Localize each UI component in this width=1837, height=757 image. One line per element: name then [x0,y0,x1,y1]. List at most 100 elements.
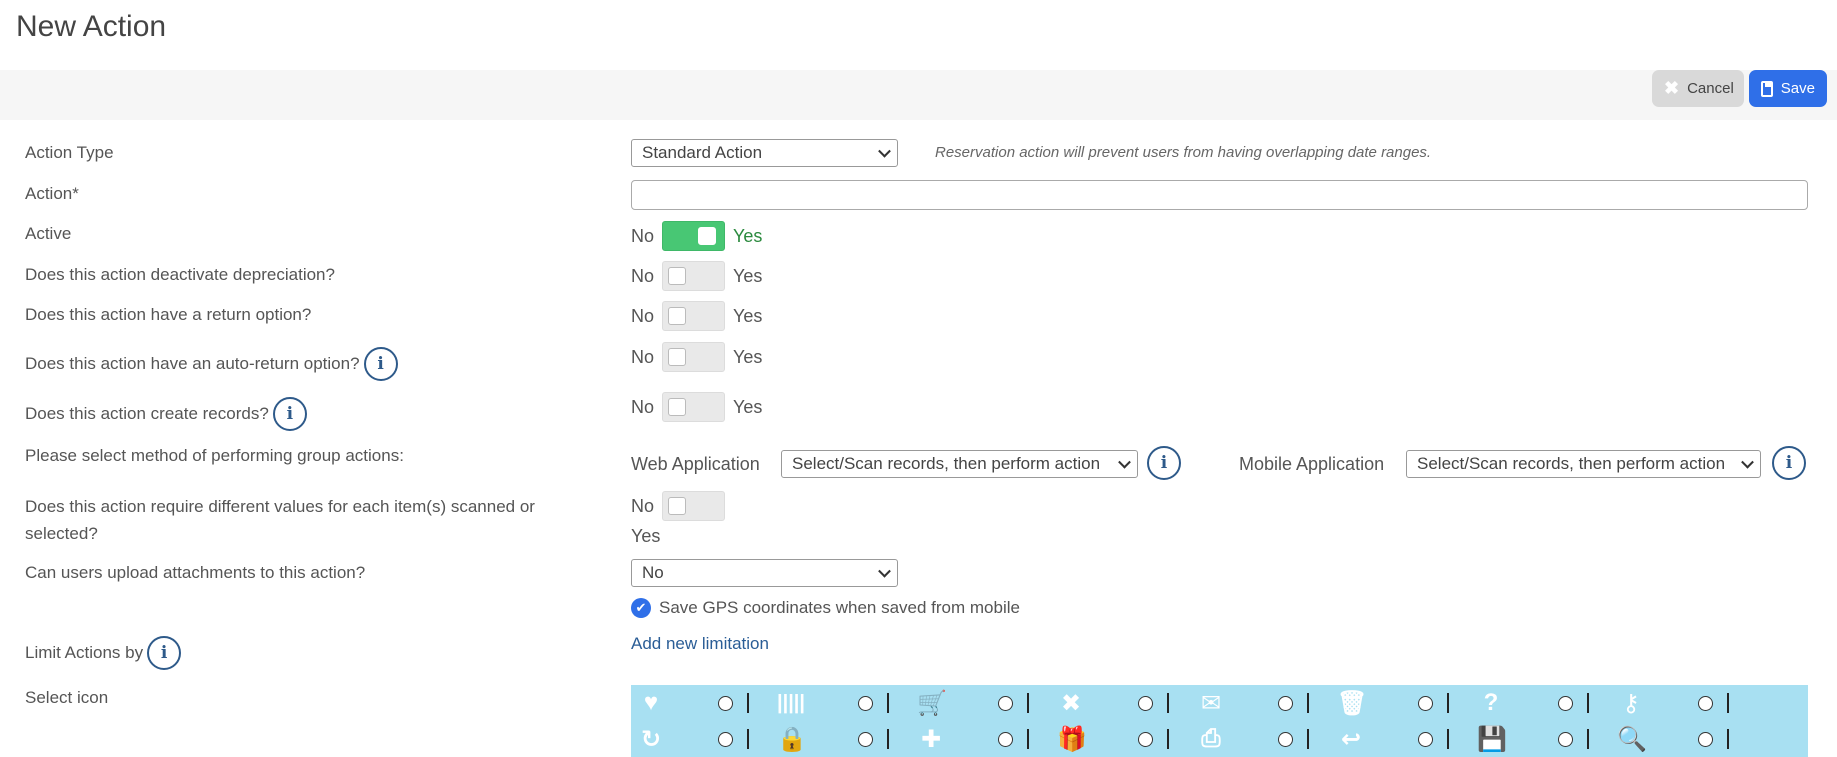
gps-label: Save GPS coordinates when saved from mob… [659,598,1020,617]
separator [1447,693,1449,713]
deactivate-depreciation-row: No Yes [631,261,762,291]
icon-radio[interactable] [858,731,873,747]
cancel-button[interactable]: ✖ Cancel [1652,70,1744,107]
printer-icon: ⎙ [1201,725,1221,752]
active-label: Active [25,224,72,243]
icon-option[interactable]: ✖ [1051,685,1191,721]
icon-option[interactable]: 🛒 [911,685,1051,721]
action-type-label: Action Type [25,143,114,162]
different-values-row: No [631,491,726,521]
web-application-label: Web Application [631,454,760,474]
gps-checkbox-row[interactable]: ✔ Save GPS coordinates when saved from m… [631,598,1020,618]
separator [1167,729,1169,749]
icon-radio[interactable] [1138,731,1153,747]
toggle-no-label: No [631,305,655,326]
icon-option[interactable]: ⚷ [1611,685,1751,721]
icon-option[interactable]: ↩ [1331,721,1471,757]
action-input[interactable] [631,180,1808,210]
icon-radio[interactable] [1558,695,1573,711]
icon-option[interactable]: 🔍 [1611,721,1751,757]
icon-option[interactable]: ✉ [1191,685,1331,721]
separator [1027,693,1029,713]
toggle-knob [668,398,687,416]
save-button[interactable]: Save [1749,70,1827,107]
toggle-knob [668,267,687,285]
auto-return-toggle[interactable] [662,342,726,372]
info-icon[interactable]: i [363,347,398,381]
refresh-icon: ↻ [640,725,662,753]
separator [1027,729,1029,749]
icon-radio[interactable] [1278,695,1293,711]
different-values-toggle[interactable] [662,491,726,521]
cancel-label: Cancel [1687,80,1734,97]
key-icon: ⚷ [1622,689,1640,717]
icon-radio[interactable] [1698,731,1713,747]
separator [1307,729,1309,749]
chevron-down-icon [878,144,891,158]
close-icon: ✖ [1664,78,1680,98]
action-type-select[interactable]: Standard Action [631,139,898,167]
toggle-no-label: No [631,396,655,417]
search-icon: 🔍 [1617,725,1647,753]
return-icon: ↩ [1340,725,1362,753]
auto-return-row: No Yes [631,342,762,372]
active-toggle[interactable] [662,221,726,251]
info-icon[interactable]: i [272,397,307,431]
toggle-yes-label: Yes [733,225,763,246]
icon-radio[interactable] [1698,695,1713,711]
icon-radio[interactable] [718,695,733,711]
trash-icon: 🗑 [1337,689,1368,717]
info-icon[interactable]: i [1772,446,1806,480]
icon-option[interactable]: 🔒 [771,721,911,757]
info-icon[interactable]: i [147,636,182,670]
return-option-label: Does this action have a return option? [25,305,312,324]
icon-radio[interactable] [1138,695,1153,711]
icon-option[interactable]: ♥ [631,685,771,721]
separator [1167,693,1169,713]
limit-actions-label-row: Limit Actions by i [25,636,182,670]
create-records-label: Does this action create records? [25,404,269,423]
toggle-yes-label: Yes [733,265,763,286]
add-limitation-link[interactable]: Add new limitation [631,634,769,654]
separator [747,693,749,713]
web-application-select[interactable]: Select/Scan records, then perform action [781,450,1138,478]
toolbar [0,70,1837,120]
floppy-disk-icon [1761,80,1773,97]
toggle-yes-label: Yes [733,346,763,367]
icon-radio[interactable] [998,695,1013,711]
icon-option[interactable]: 💾 [1471,721,1611,757]
icon-option[interactable]: ? [1471,685,1611,721]
create-records-row: No Yes [631,392,762,422]
checkmark-icon[interactable]: ✔ [631,598,651,618]
toggle-knob [668,307,687,325]
icon-radio[interactable] [1418,695,1433,711]
icon-option[interactable]: 🗑 [1331,685,1471,721]
icon-radio[interactable] [1278,731,1293,747]
icon-radio[interactable] [998,731,1013,747]
info-icon[interactable]: i [1147,446,1181,480]
icon-option[interactable]: ↻ [631,721,771,757]
icon-radio[interactable] [1418,731,1433,747]
action-type-hint: Reservation action will prevent users fr… [935,144,1432,161]
auto-return-label: Does this action have an auto-return opt… [25,354,360,373]
icon-radio[interactable] [718,731,733,747]
attachments-select[interactable]: No [631,559,898,587]
return-option-toggle[interactable] [662,301,726,331]
create-records-toggle[interactable] [662,392,726,422]
separator [887,729,889,749]
limit-actions-label: Limit Actions by [25,643,144,662]
barcode-icon: ||||| [777,691,805,714]
mobile-application-select[interactable]: Select/Scan records, then perform action [1406,450,1761,478]
close-x-icon: ✖ [1060,689,1082,717]
icon-radio[interactable] [1558,731,1573,747]
attachments-value: No [642,563,664,582]
icon-option[interactable]: ||||| [771,685,911,721]
icon-radio[interactable] [858,695,873,711]
icon-option[interactable]: 🎁 [1051,721,1191,757]
icon-option[interactable]: ⎙ [1191,721,1331,757]
icon-option[interactable]: ✚ [911,721,1051,757]
deactivate-depreciation-toggle[interactable] [662,261,726,291]
toggle-no-label: No [631,346,655,367]
group-actions-label: Please select method of performing group… [25,446,404,465]
toggle-yes-label: Yes [733,396,763,417]
